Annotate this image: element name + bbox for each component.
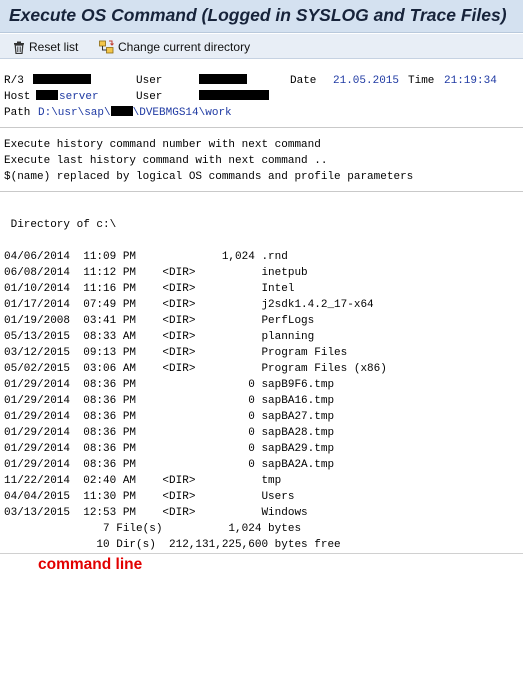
date-value: 21.05.2015 (333, 75, 400, 87)
list-item: 01/17/2014 07:49 PM <DIR> j2sdk1.4.2_17-… (4, 299, 374, 311)
path-part1: D:\usr\sap\ (38, 107, 111, 119)
user-label: User (136, 75, 163, 87)
list-item: 03/12/2015 09:13 PM <DIR> Program Files (4, 347, 348, 359)
r3-value-redacted (33, 74, 91, 88)
list-item: 01/10/2014 11:16 PM <DIR> Intel (4, 283, 295, 295)
path-part2: \DVEBMGS14\work (132, 107, 232, 119)
help-line: $(name) replaced by logical OS commands … (4, 171, 414, 183)
list-item: 03/13/2015 12:53 PM <DIR> Windows (4, 507, 308, 519)
host-value: server (59, 91, 99, 103)
time-label: Time (408, 75, 435, 87)
date-label: Date (290, 75, 317, 87)
list-item: 05/02/2015 03:06 AM <DIR> Program Files … (4, 363, 387, 375)
list-item: 01/29/2014 08:36 PM 0 sapBA27.tmp (4, 411, 335, 423)
list-item: 01/29/2014 08:36 PM 0 sapBA29.tmp (4, 443, 335, 455)
path-value: D:\usr\sap\ \DVEBMGS14\work (38, 106, 232, 120)
host-value-redacted (36, 90, 58, 104)
list-item: 01/19/2008 03:41 PM <DIR> PerfLogs (4, 315, 315, 327)
separator (0, 127, 523, 128)
summary-dirs: 10 Dir(s) 212,131,225,600 bytes free (4, 539, 341, 551)
host-label: Host (4, 91, 31, 103)
change-directory-button[interactable]: Change current directory (99, 38, 250, 56)
command-line-bar: command line (0, 553, 523, 578)
trash-icon (14, 41, 24, 54)
list-item: 01/29/2014 08:36 PM 0 sapBA28.tmp (4, 427, 335, 439)
command-line-label: command line (38, 556, 143, 573)
change-directory-label: Change current directory (118, 40, 251, 54)
user2-label: User (136, 91, 163, 103)
list-item: 11/22/2014 02:40 AM <DIR> tmp (4, 475, 282, 487)
output-area: R/3 User Date 21.05.2015 Time 21:19:34 H… (0, 60, 523, 577)
user2-value-redacted (199, 90, 269, 104)
help-line: Execute history command number with next… (4, 139, 321, 151)
help-line: Execute last history command with next c… (4, 155, 328, 167)
path-redacted (110, 106, 133, 116)
list-item: 01/29/2014 08:36 PM 0 sapBA2A.tmp (4, 459, 335, 471)
separator (0, 191, 523, 192)
folder-tree-icon (99, 40, 114, 54)
reset-list-button[interactable]: Reset list (13, 38, 78, 56)
r3-label: R/3 (4, 75, 24, 87)
list-item: 01/29/2014 08:36 PM 0 sapB9F6.tmp (4, 379, 335, 391)
list-item: 04/06/2014 11:09 PM 1,024 .rnd (4, 251, 288, 263)
user-value-redacted (199, 74, 247, 88)
list-item: 06/08/2014 11:12 PM <DIR> inetpub (4, 267, 308, 279)
directory-header: Directory of c:\ (4, 219, 117, 231)
path-label: Path (4, 107, 31, 119)
toolbar: Reset list Change current directory (0, 34, 523, 59)
time-value: 21:19:34 (444, 75, 497, 87)
list-item: 04/04/2015 11:30 PM <DIR> Users (4, 491, 295, 503)
list-item: 01/29/2014 08:36 PM 0 sapBA16.tmp (4, 395, 335, 407)
title-bar: Execute OS Command (Logged in SYSLOG and… (0, 0, 523, 33)
summary-files: 7 File(s) 1,024 bytes (4, 523, 302, 535)
reset-list-label: Reset list (29, 40, 79, 54)
window-title: Execute OS Command (Logged in SYSLOG and… (9, 5, 507, 25)
list-item: 05/13/2015 08:33 AM <DIR> planning (4, 331, 315, 343)
